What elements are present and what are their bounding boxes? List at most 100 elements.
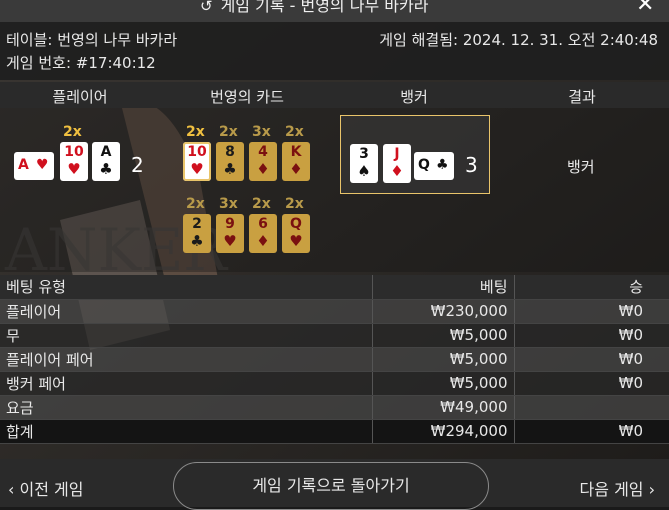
win-header: 승 <box>514 275 669 300</box>
resolved-time: 게임 해결됨: 2024. 12. 31. 오전 2:40:48 <box>379 31 658 49</box>
multiplier-badge: 2x <box>285 124 304 140</box>
bet-amount: ₩230,000 <box>372 299 515 324</box>
multiplier-badge: 3x <box>252 124 271 140</box>
card-rank: 2 <box>192 216 202 232</box>
banker-score: 3 <box>465 153 478 177</box>
cards-header: 플레이어 번영의 카드 뱅커 결과 <box>0 82 669 108</box>
bet-amount: ₩49,000 <box>372 395 515 420</box>
card-rank: A <box>18 157 29 173</box>
history-icon: ↺ <box>200 0 213 15</box>
card-rank: 10 <box>187 144 207 160</box>
total-bet: ₩294,000 <box>372 419 515 444</box>
card-suit: ♠ <box>357 162 371 180</box>
win-amount: ₩0 <box>514 371 669 396</box>
total-label: 합계 <box>0 419 373 444</box>
card-rank: J <box>394 146 400 162</box>
multiplier-badge: 2x <box>219 124 238 140</box>
result-value: 뱅커 <box>567 158 595 176</box>
card-suit: ♣ <box>436 157 449 173</box>
title-bar: ↺ 게임 기록 - 번영의 나무 바카라 ✕ <box>0 0 669 22</box>
card-suit: ♦ <box>390 162 404 180</box>
cards-area: 2 3 뱅커 A ♥ 10 ♥ 2x A ♣ 10 ♥ 2x 8 ♣ 2x 4 ♦ 3x K ♦ 2x 2 ♣ 2x 9 ♥ 3… <box>0 108 669 272</box>
bet-amount-header: 베팅 <box>372 275 515 300</box>
card-suit: ♦ <box>256 232 270 250</box>
card-suit: ♥ <box>223 232 237 250</box>
banker-header: 뱅커 <box>400 88 428 106</box>
prosperity-header: 번영의 카드 <box>210 88 284 106</box>
bet-amount: ₩5,000 <box>372 371 515 396</box>
prosperity-card: 4 ♦ <box>249 142 277 181</box>
bets-header-row: 베팅 유형 베팅 승 <box>0 275 669 300</box>
card-suit: ♥ <box>67 160 81 178</box>
player-card: 10 ♥ <box>60 142 88 181</box>
multiplier-badge: 2x <box>186 124 205 140</box>
card-rank: 10 <box>64 144 84 160</box>
table-row: 무 ₩5,000 ₩0 <box>0 323 669 348</box>
win-amount: ₩0 <box>514 347 669 372</box>
bets-table: 베팅 유형 베팅 승 플레이어 ₩230,000 ₩0 무 ₩5,000 ₩0 … <box>0 275 669 447</box>
card-rank: 4 <box>258 144 268 160</box>
card-rank: A <box>100 144 112 160</box>
game-number: 게임 번호: #17:40:12 <box>6 54 156 72</box>
table-row: 플레이어 페어 ₩5,000 ₩0 <box>0 347 669 372</box>
card-rank: 6 <box>258 216 268 232</box>
prosperity-card: 10 ♥ <box>183 142 211 181</box>
prosperity-card: 9 ♥ <box>216 214 244 253</box>
player-header: 플레이어 <box>52 88 108 106</box>
bet-type: 플레이어 <box>0 299 373 324</box>
card-rank: K <box>290 144 302 160</box>
multiplier-badge: 2x <box>252 196 271 212</box>
total-row: 합계 ₩294,000 ₩0 <box>0 419 669 444</box>
bet-type: 무 <box>0 323 373 348</box>
table-row: 플레이어 ₩230,000 ₩0 <box>0 299 669 324</box>
prosperity-card: 6 ♦ <box>249 214 277 253</box>
card-suit: ♥ <box>190 160 204 178</box>
card-suit: ♣ <box>190 232 204 250</box>
player-score: 2 <box>131 153 144 177</box>
prosperity-card: Q ♥ <box>282 214 310 253</box>
player-card: A ♥ <box>14 152 54 180</box>
win-amount: ₩0 <box>514 323 669 348</box>
card-suit: ♣ <box>99 160 113 178</box>
bet-type-header: 베팅 유형 <box>0 275 373 300</box>
win-amount <box>514 395 669 420</box>
card-suit: ♦ <box>289 160 303 178</box>
next-game-button[interactable]: 다음 게임 › <box>580 476 655 500</box>
footer-nav: ‹ 이전 게임 게임 기록으로 돌아가기 다음 게임 › <box>0 459 669 510</box>
previous-game-button[interactable]: ‹ 이전 게임 <box>8 476 83 500</box>
card-suit: ♥ <box>36 157 49 173</box>
total-win: ₩0 <box>514 419 669 444</box>
multiplier-badge: 2x <box>285 196 304 212</box>
bet-type: 요금 <box>0 395 373 420</box>
card-rank: 3 <box>359 146 369 162</box>
multiplier-badge: 2x <box>63 124 82 140</box>
banker-card: J ♦ <box>383 144 411 183</box>
card-suit: ♣ <box>223 160 237 178</box>
prosperity-card: 8 ♣ <box>216 142 244 181</box>
card-rank: 9 <box>225 216 235 232</box>
table-row: 요금 ₩49,000 <box>0 395 669 420</box>
card-suit: ♥ <box>289 232 303 250</box>
dialog-title: 게임 기록 - 번영의 나무 바카라 <box>220 0 429 15</box>
bet-type: 플레이어 페어 <box>0 347 373 372</box>
player-card: A ♣ <box>92 142 120 181</box>
bet-type: 뱅커 페어 <box>0 371 373 396</box>
bet-amount: ₩5,000 <box>372 323 515 348</box>
prosperity-card: 2 ♣ <box>183 214 211 253</box>
table-name: 테이블: 번영의 나무 바카라 <box>6 31 178 49</box>
banker-card: Q ♣ <box>414 152 454 180</box>
card-rank: Q <box>418 157 430 173</box>
table-row: 뱅커 페어 ₩5,000 ₩0 <box>0 371 669 396</box>
result-header: 결과 <box>568 88 596 106</box>
close-icon[interactable]: ✕ <box>636 0 654 16</box>
card-rank: 8 <box>225 144 235 160</box>
banker-card: 3 ♠ <box>350 144 378 183</box>
back-to-history-button[interactable]: 게임 기록으로 돌아가기 <box>173 462 489 510</box>
win-amount: ₩0 <box>514 299 669 324</box>
card-suit: ♦ <box>256 160 270 178</box>
bet-amount: ₩5,000 <box>372 347 515 372</box>
multiplier-badge: 3x <box>219 196 238 212</box>
multiplier-badge: 2x <box>186 196 205 212</box>
game-info-panel: 테이블: 번영의 나무 바카라 게임 번호: #17:40:12 게임 해결됨:… <box>0 22 669 80</box>
card-rank: Q <box>290 216 302 232</box>
